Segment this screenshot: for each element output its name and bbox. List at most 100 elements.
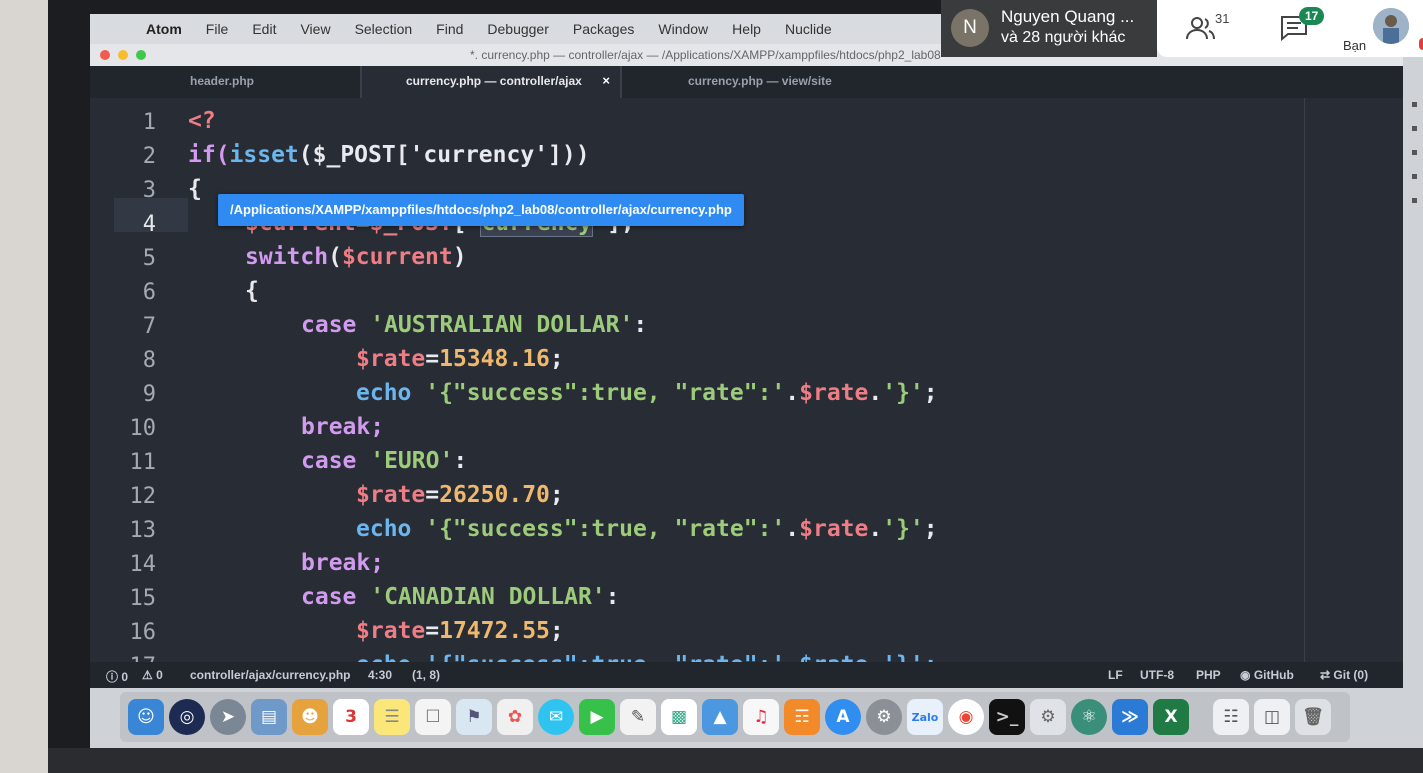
launchpad-icon[interactable]: ➤ bbox=[210, 699, 246, 735]
cursor-position[interactable]: 4:30 bbox=[368, 668, 392, 682]
menu-atom[interactable]: Atom bbox=[134, 21, 194, 37]
code-line-15: case 'CANADIAN DOLLAR': bbox=[301, 584, 620, 610]
file-encoding[interactable]: UTF-8 bbox=[1140, 668, 1174, 682]
line-ending[interactable]: LF bbox=[1108, 668, 1123, 682]
self-avatar[interactable] bbox=[1373, 8, 1409, 44]
keynote-icon[interactable]: ▲ bbox=[702, 699, 738, 735]
line-number: 9 bbox=[142, 382, 156, 407]
trash-icon[interactable]: 🗑 bbox=[1295, 699, 1331, 735]
code-editor[interactable]: 1 2 3 4 5 6 7 8 9 10 11 12 13 14 15 16 1… bbox=[90, 98, 1403, 679]
tab-bar: header.php currency.php — controller/aja… bbox=[90, 66, 1403, 98]
code-line-13: echo '{"success":true, "rate":'.$rate.'}… bbox=[356, 516, 938, 542]
preview-icon[interactable]: ▤ bbox=[251, 699, 287, 735]
participants-summary: và 28 người khác bbox=[1001, 29, 1126, 46]
dock: ☺ ◎ ➤ ▤ ☻ 3 ☰ ☐ ⚑ ✿ ✉ ▶ ✎ ▩ ▲ ♫ ☶ A ⚙ Za… bbox=[120, 692, 1350, 742]
chrome-icon[interactable]: ◉ bbox=[948, 699, 984, 735]
menu-find[interactable]: Find bbox=[424, 21, 475, 37]
facetime-icon[interactable]: ▶ bbox=[579, 699, 615, 735]
atom-icon[interactable]: ⚛ bbox=[1071, 699, 1107, 735]
menu-view[interactable]: View bbox=[288, 21, 342, 37]
line-number: 15 bbox=[129, 586, 157, 611]
itunes-icon[interactable]: ♫ bbox=[743, 699, 779, 735]
code-line-16: $rate=17472.55; bbox=[356, 618, 564, 644]
line-number: 5 bbox=[142, 246, 156, 271]
folder-stack-icon[interactable]: ◫ bbox=[1254, 699, 1290, 735]
menu-edit[interactable]: Edit bbox=[240, 21, 288, 37]
textedit-icon[interactable]: ✎ bbox=[620, 699, 656, 735]
menu-file[interactable]: File bbox=[194, 21, 241, 37]
reminders-icon[interactable]: ☐ bbox=[415, 699, 451, 735]
presenter-name: Nguyen Quang ... bbox=[1001, 7, 1135, 26]
line-number: 14 bbox=[129, 552, 157, 577]
vscode-icon[interactable]: ≫ bbox=[1112, 699, 1148, 735]
photos-icon[interactable]: ✿ bbox=[497, 699, 533, 735]
file-path-tooltip: /Applications/XAMPP/xamppfiles/htdocs/ph… bbox=[218, 194, 744, 226]
line-number: 11 bbox=[129, 450, 157, 475]
zalo-icon[interactable]: Zalo bbox=[907, 699, 943, 735]
menu-selection[interactable]: Selection bbox=[343, 21, 425, 37]
window-controls bbox=[100, 50, 146, 60]
menu-window[interactable]: Window bbox=[646, 21, 720, 37]
utilities-icon[interactable]: ⚙ bbox=[1030, 699, 1066, 735]
code-line-8: $rate=15348.16; bbox=[356, 346, 564, 372]
line-number: 2 bbox=[142, 144, 156, 169]
tab-label: currency.php — controller/ajax bbox=[406, 74, 582, 88]
git-button[interactable]: ⇄ Git (0) bbox=[1320, 668, 1368, 682]
tab-close-icon[interactable]: × bbox=[602, 66, 610, 96]
error-count[interactable]: ⓘ 0 bbox=[106, 668, 128, 685]
excel-icon[interactable]: X bbox=[1153, 699, 1189, 735]
github-button[interactable]: ◉ GitHub bbox=[1240, 668, 1294, 682]
siri-icon[interactable]: ◎ bbox=[169, 699, 205, 735]
system-preferences-icon[interactable]: ⚙ bbox=[866, 699, 902, 735]
close-window-button[interactable] bbox=[100, 50, 110, 60]
presenter-tile[interactable]: N Nguyen Quang ... và 28 người khác bbox=[941, 0, 1157, 57]
tab-currency-controller[interactable]: currency.php — controller/ajax × bbox=[360, 66, 622, 98]
side-edge bbox=[1403, 14, 1423, 748]
self-label: Bạn bbox=[1343, 38, 1367, 53]
grammar[interactable]: PHP bbox=[1196, 668, 1221, 682]
presenter-avatar: N bbox=[951, 9, 989, 47]
maps-icon[interactable]: ⚑ bbox=[456, 699, 492, 735]
calendar-icon[interactable]: 3 bbox=[333, 699, 369, 735]
code-line-6: { bbox=[245, 278, 259, 304]
messages-icon[interactable]: ✉ bbox=[538, 699, 574, 735]
ibooks-icon[interactable]: ☶ bbox=[784, 699, 820, 735]
numbers-icon[interactable]: ▩ bbox=[661, 699, 697, 735]
line-number: 12 bbox=[129, 484, 157, 509]
menu-debugger[interactable]: Debugger bbox=[475, 21, 561, 37]
code-line-9: echo '{"success":true, "rate":'.$rate.'}… bbox=[356, 380, 938, 406]
app-store-icon[interactable]: A bbox=[825, 699, 861, 735]
selection-count[interactable]: (1, 8) bbox=[412, 668, 440, 682]
code-line-1: <? bbox=[188, 108, 216, 134]
code-line-12: $rate=26250.70; bbox=[356, 482, 564, 508]
line-number: 4 bbox=[142, 212, 156, 237]
terminal-icon[interactable]: >_ bbox=[989, 699, 1025, 735]
window-title: *. currency.php — controller/ajax — /App… bbox=[470, 48, 941, 62]
menu-help[interactable]: Help bbox=[720, 21, 773, 37]
line-number: 8 bbox=[142, 348, 156, 373]
code-line-14: break; bbox=[301, 550, 385, 576]
people-count: 31 bbox=[1215, 11, 1230, 26]
zoom-window-button[interactable] bbox=[136, 50, 146, 60]
minimize-window-button[interactable] bbox=[118, 50, 128, 60]
line-number: 1 bbox=[142, 110, 156, 135]
finder-icon[interactable]: ☺ bbox=[128, 699, 164, 735]
edge-tick bbox=[1412, 150, 1417, 155]
contacts-icon[interactable]: ☻ bbox=[292, 699, 328, 735]
warning-count[interactable]: ⚠ 0 bbox=[142, 668, 163, 682]
status-bar: ⓘ 0 ⚠ 0 controller/ajax/currency.php 4:3… bbox=[90, 662, 1403, 688]
meet-controls: 31 17 Bạn bbox=[1157, 0, 1423, 57]
document-icon[interactable]: ☷ bbox=[1213, 699, 1249, 735]
menu-nuclide[interactable]: Nuclide bbox=[773, 21, 844, 37]
people-icon[interactable] bbox=[1185, 14, 1217, 42]
tab-currency-view[interactable]: currency.php — view/site bbox=[688, 66, 888, 98]
menu-packages[interactable]: Packages bbox=[561, 21, 646, 37]
file-path[interactable]: controller/ajax/currency.php bbox=[190, 668, 351, 682]
code-line-3: { bbox=[188, 176, 202, 202]
edge-tick bbox=[1412, 126, 1417, 131]
code-line-7: case 'AUSTRALIAN DOLLAR': bbox=[301, 312, 648, 338]
line-number: 7 bbox=[142, 314, 156, 339]
tab-header-php[interactable]: header.php bbox=[190, 66, 350, 98]
notes-icon[interactable]: ☰ bbox=[374, 699, 410, 735]
chat-badge: 17 bbox=[1299, 7, 1325, 25]
